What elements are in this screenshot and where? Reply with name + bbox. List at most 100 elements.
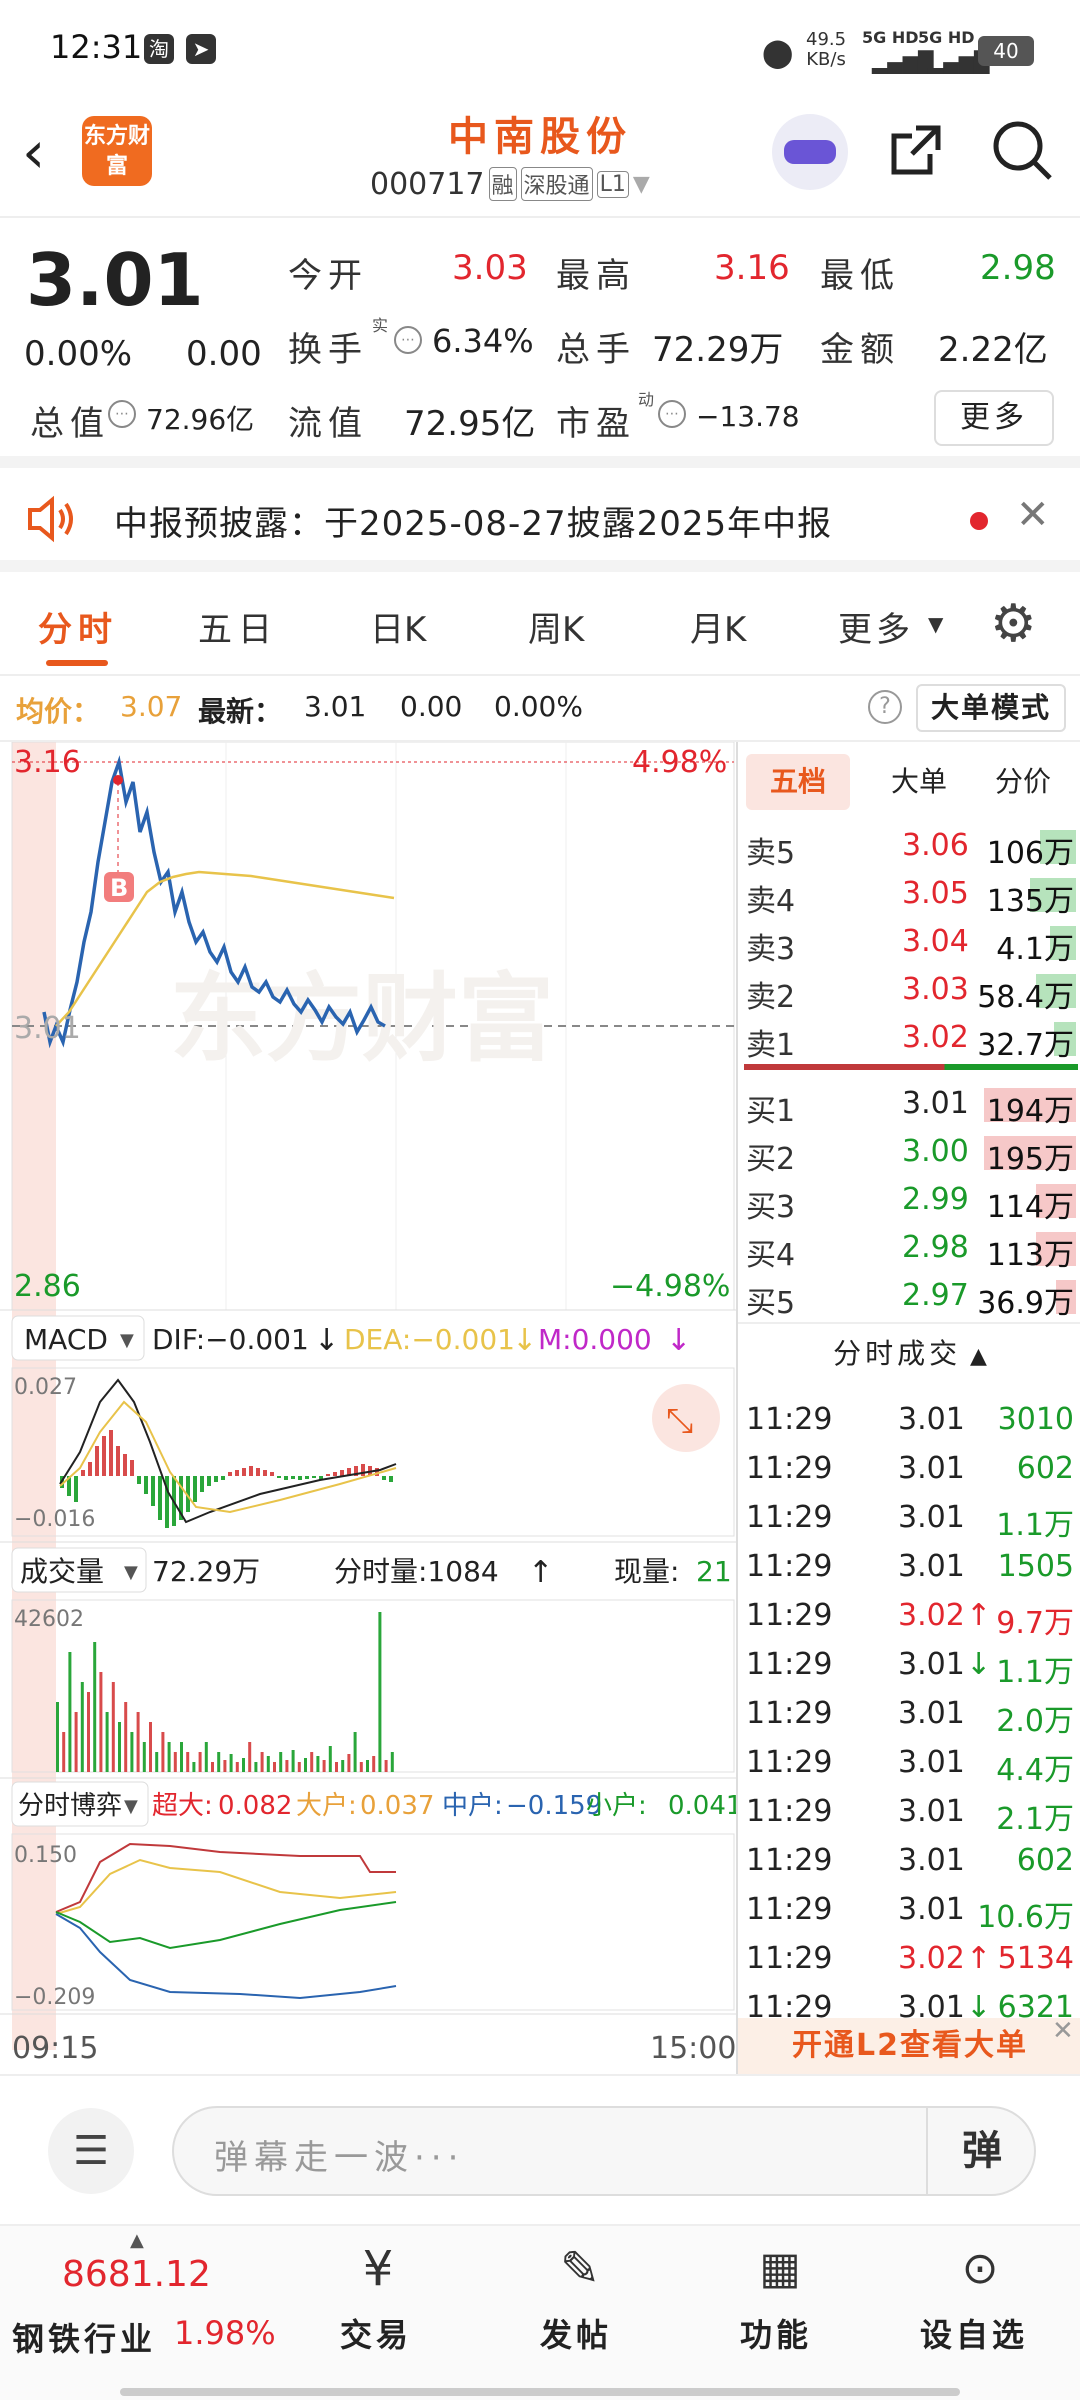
tick-volume: 1505 [997, 1549, 1074, 1584]
bid-level-volume: 36.9万 [977, 1286, 1074, 1321]
volume-bar [322, 1760, 326, 1772]
ask-level-row[interactable]: 卖2 3.03 58.4万 [738, 966, 1080, 1015]
macd-top-label: 0.027 [14, 1375, 77, 1400]
float-value: 72.95亿 [404, 404, 536, 444]
compose-icon[interactable]: ✎ [540, 2236, 620, 2302]
tab-price-dist[interactable]: 分价 [978, 754, 1068, 810]
current-volume-value: 21 [696, 1555, 732, 1588]
bid-level-label: 买3 [746, 1190, 796, 1225]
index-value[interactable]: 8681.12 [62, 2254, 211, 2295]
tab-intraday[interactable]: 分时 [38, 602, 118, 651]
volume-bar [173, 1752, 177, 1772]
help-icon[interactable]: ? [868, 690, 902, 724]
danmu-input[interactable]: 弹幕走一波··· 弹 [172, 2106, 1036, 2196]
macd-bar [389, 1476, 393, 1482]
close-icon[interactable]: ✕ [1052, 2016, 1074, 2046]
ask-level-row[interactable]: 卖3 3.04 4.1万 [738, 918, 1080, 967]
macd-bar [221, 1476, 225, 1480]
info-circle-icon[interactable]: ⋯ [394, 326, 422, 354]
bid-level-row[interactable]: 买2 3.00 195万 [738, 1128, 1080, 1177]
low-label: 最低 [820, 256, 900, 296]
tick-volume: 9.7万 [996, 1606, 1074, 1641]
more-dots-icon[interactable]: ⊙ [940, 2236, 1020, 2302]
macd-bar [228, 1472, 232, 1476]
volume-bar [124, 1702, 128, 1772]
nav-functions[interactable]: 功能 [740, 2310, 812, 2356]
info-circle-icon[interactable]: ⋯ [658, 400, 686, 428]
brand-logo[interactable]: 东方财富 [82, 116, 152, 186]
tab-big-order[interactable]: 大单 [874, 754, 964, 810]
tab-weekly-k[interactable]: 周K [528, 602, 584, 651]
tick-row: 11:29 3.01 2.1万 [738, 1788, 1080, 1837]
tab-daily-k[interactable]: 日K [370, 602, 426, 651]
share-icon[interactable] [886, 120, 946, 180]
tab-five-day[interactable]: 五日 [198, 602, 278, 651]
ask-level-volume: 58.4万 [977, 980, 1074, 1015]
bid-level-row[interactable]: 买3 2.99 114万 [738, 1176, 1080, 1225]
location-icon: ⬤ [762, 36, 794, 69]
volume-bar [285, 1760, 289, 1772]
bid-level-row[interactable]: 买5 2.97 36.9万 [738, 1272, 1080, 1321]
tick-row: 11:29 3.02 ↑ 9.7万 [738, 1592, 1080, 1641]
apps-icon[interactable]: ▦ [740, 2236, 820, 2302]
price-info-line: 均价： 3.07 最新： 3.01 0.00 0.00% ? 大单模式 [0, 676, 1080, 742]
volume-bar [347, 1754, 351, 1772]
ask-level-row[interactable]: 卖5 3.06 106万 [738, 822, 1080, 871]
volume-bar [211, 1762, 214, 1772]
big-order-mode-button[interactable]: 大单模式 [916, 684, 1066, 732]
tick-time: 11:29 [746, 1451, 833, 1486]
tick-time: 11:29 [746, 1549, 833, 1584]
tick-direction-icon: ↓ [966, 1647, 992, 1682]
close-icon[interactable]: ✕ [1016, 492, 1050, 538]
volume-bar [260, 1752, 264, 1772]
nav-watchlist[interactable]: 设自选 [920, 2310, 1028, 2356]
danmu-toggle-icon[interactable]: 弹 [926, 2108, 1036, 2194]
ticks-header[interactable]: 分时成交 ▲ [738, 1322, 1080, 1382]
tick-row: 11:29 3.01 10.6万 [738, 1886, 1080, 1935]
real-mark: 实 [372, 316, 389, 335]
gesture-bar [120, 2388, 960, 2396]
intraday-chart-area[interactable]: 东方财富 B 3.16 4.98% 3.01 2.86 −4.98% MACD … [0, 741, 742, 2074]
search-icon[interactable] [990, 118, 1054, 182]
comment-settings-icon[interactable]: ☰ [48, 2108, 134, 2194]
watermark: 东方财富 [170, 966, 554, 1073]
tick-price: 3.01 [898, 1892, 965, 1927]
caret-up-icon: ▲ [970, 1344, 987, 1369]
ask-level-row[interactable]: 卖1 3.02 32.7万 [738, 1014, 1080, 1063]
volume-bar [254, 1762, 258, 1772]
bid-level-row[interactable]: 买1 3.01 194万 [738, 1080, 1080, 1129]
expand-icon: ⤡ [666, 1401, 693, 1441]
back-button[interactable]: ‹ [22, 122, 72, 182]
notice-bar[interactable]: 中报预披露：于2025-08-27披露2025年中报 ✕ [0, 468, 1080, 572]
tab-monthly-k[interactable]: 月K [690, 602, 746, 651]
nav-trade[interactable]: 交易 [340, 2310, 412, 2356]
tag-level: L1 [596, 170, 629, 198]
gear-icon[interactable]: ⚙ [990, 598, 1037, 650]
flow-bottom-label: −0.209 [14, 1985, 95, 2010]
ask-level-label: 卖2 [746, 980, 796, 1015]
info-circle-icon[interactable]: ⋯ [108, 400, 136, 428]
tick-price: 3.01 [898, 1696, 965, 1731]
bid-level-row[interactable]: 买4 2.98 113万 [738, 1224, 1080, 1273]
tab-more[interactable]: 更多 [838, 602, 914, 651]
macd-bar [116, 1446, 120, 1476]
ask-level-row[interactable]: 卖4 3.05 135万 [738, 870, 1080, 919]
trade-icon[interactable]: ¥ [338, 2236, 418, 2302]
change-value-line: 0.00 [400, 690, 463, 723]
ask-level-price: 3.02 [902, 1020, 969, 1055]
tab-five-level[interactable]: 五档 [746, 754, 850, 810]
tick-price: 3.01 [898, 1402, 965, 1437]
nav-post[interactable]: 发帖 [540, 2310, 612, 2356]
volume-bar [161, 1732, 165, 1772]
tick-time: 11:29 [746, 1843, 833, 1878]
bid-level-label: 买4 [746, 1238, 796, 1273]
last-value: 3.01 [304, 690, 367, 723]
volume-bar [316, 1756, 320, 1772]
intraday-chart-svg[interactable]: 东方财富 B 3.16 4.98% 3.01 2.86 −4.98% MACD … [0, 741, 742, 2074]
robot-avatar-icon[interactable] [772, 114, 848, 190]
volume-bar [204, 1742, 208, 1772]
bid-level-price: 2.98 [902, 1230, 969, 1265]
l2-banner[interactable]: 开通L2查看大单 [738, 2018, 1080, 2074]
stock-code-row[interactable]: 000717 融 深股通 L1 ▼ [370, 164, 650, 204]
more-button[interactable]: 更多 [934, 390, 1054, 446]
